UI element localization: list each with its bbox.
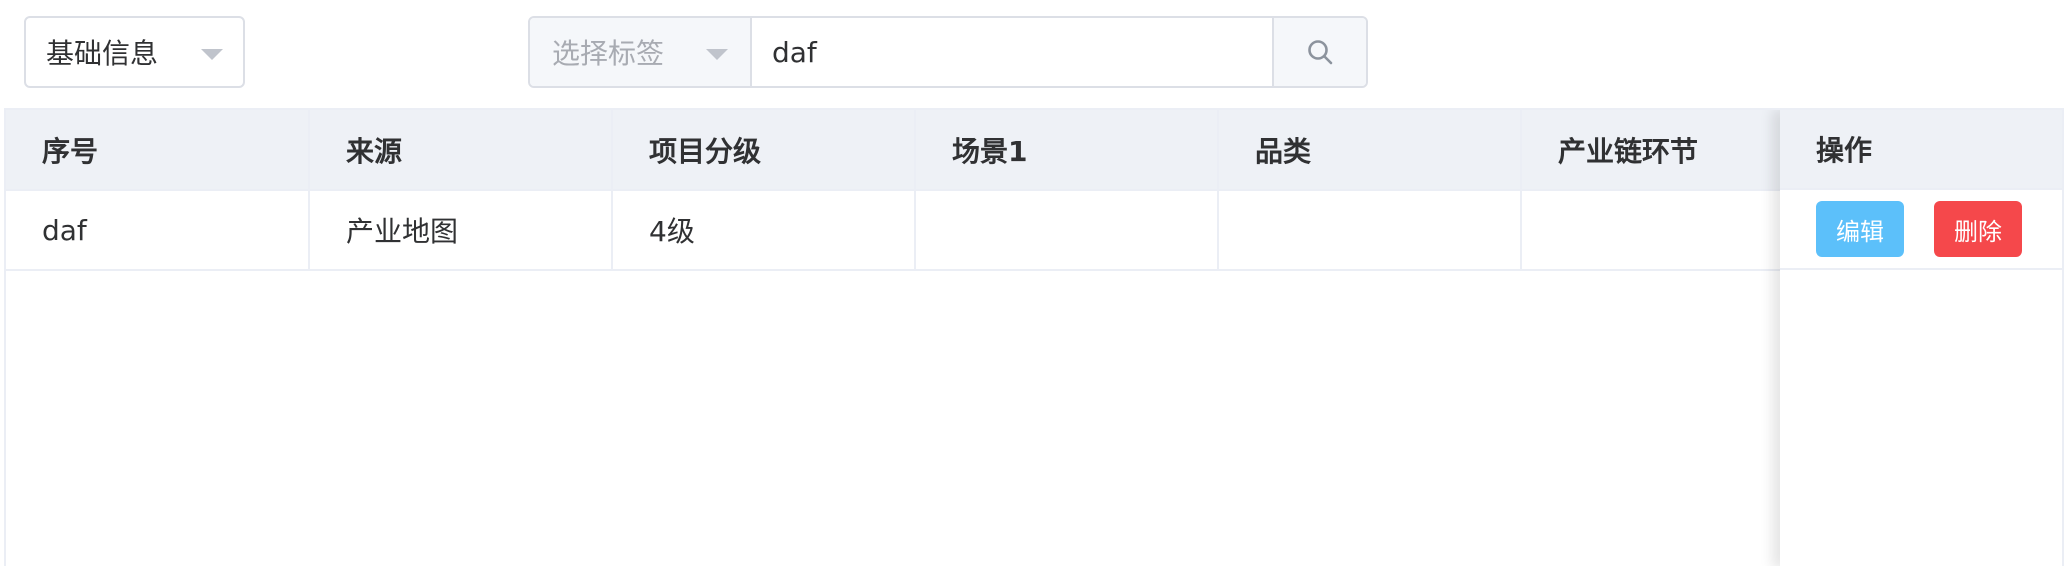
category-select-value: 基础信息	[46, 37, 159, 70]
cell-scene	[915, 190, 1219, 271]
table-header-row: 序号 来源 项目分级 场景1 品类 产业链环节	[6, 110, 1782, 191]
column-header-level[interactable]: 项目分级	[612, 110, 916, 191]
column-header-chain-link[interactable]: 产业链环节	[1521, 110, 1782, 191]
chevron-down-icon	[201, 48, 223, 60]
toolbar: 基础信息 选择标签	[0, 0, 2068, 108]
search-button[interactable]	[1272, 18, 1366, 86]
table-row[interactable]: daf 产业地图 4级	[6, 190, 1782, 271]
column-header-scene[interactable]: 场景1	[915, 110, 1219, 191]
row-actions: 编辑 删除	[1780, 190, 2062, 270]
search-icon	[1308, 40, 1333, 65]
search-group: 选择标签	[528, 16, 1368, 88]
edit-button[interactable]: 编辑	[1816, 201, 1904, 257]
cell-index: daf	[6, 190, 310, 271]
cell-source: 产业地图	[309, 190, 613, 271]
column-header-index[interactable]: 序号	[6, 110, 310, 191]
column-header-source[interactable]: 来源	[309, 110, 613, 191]
category-select[interactable]: 基础信息	[24, 16, 245, 88]
search-input[interactable]	[752, 18, 1272, 86]
cell-category	[1218, 190, 1522, 271]
column-header-actions: 操作	[1780, 110, 2062, 190]
cell-chain-link	[1521, 190, 1782, 271]
tag-select[interactable]: 选择标签	[530, 18, 752, 86]
data-table: 序号 来源 项目分级 场景1 品类 产业链环节 daf 产业地图 4级 操作 编…	[4, 108, 2064, 566]
column-header-category[interactable]: 品类	[1218, 110, 1522, 191]
cell-level: 4级	[612, 190, 916, 271]
tag-select-placeholder: 选择标签	[552, 37, 665, 70]
delete-button[interactable]: 删除	[1934, 201, 2022, 257]
chevron-down-icon	[706, 48, 728, 60]
action-column: 操作 编辑 删除	[1780, 110, 2062, 566]
